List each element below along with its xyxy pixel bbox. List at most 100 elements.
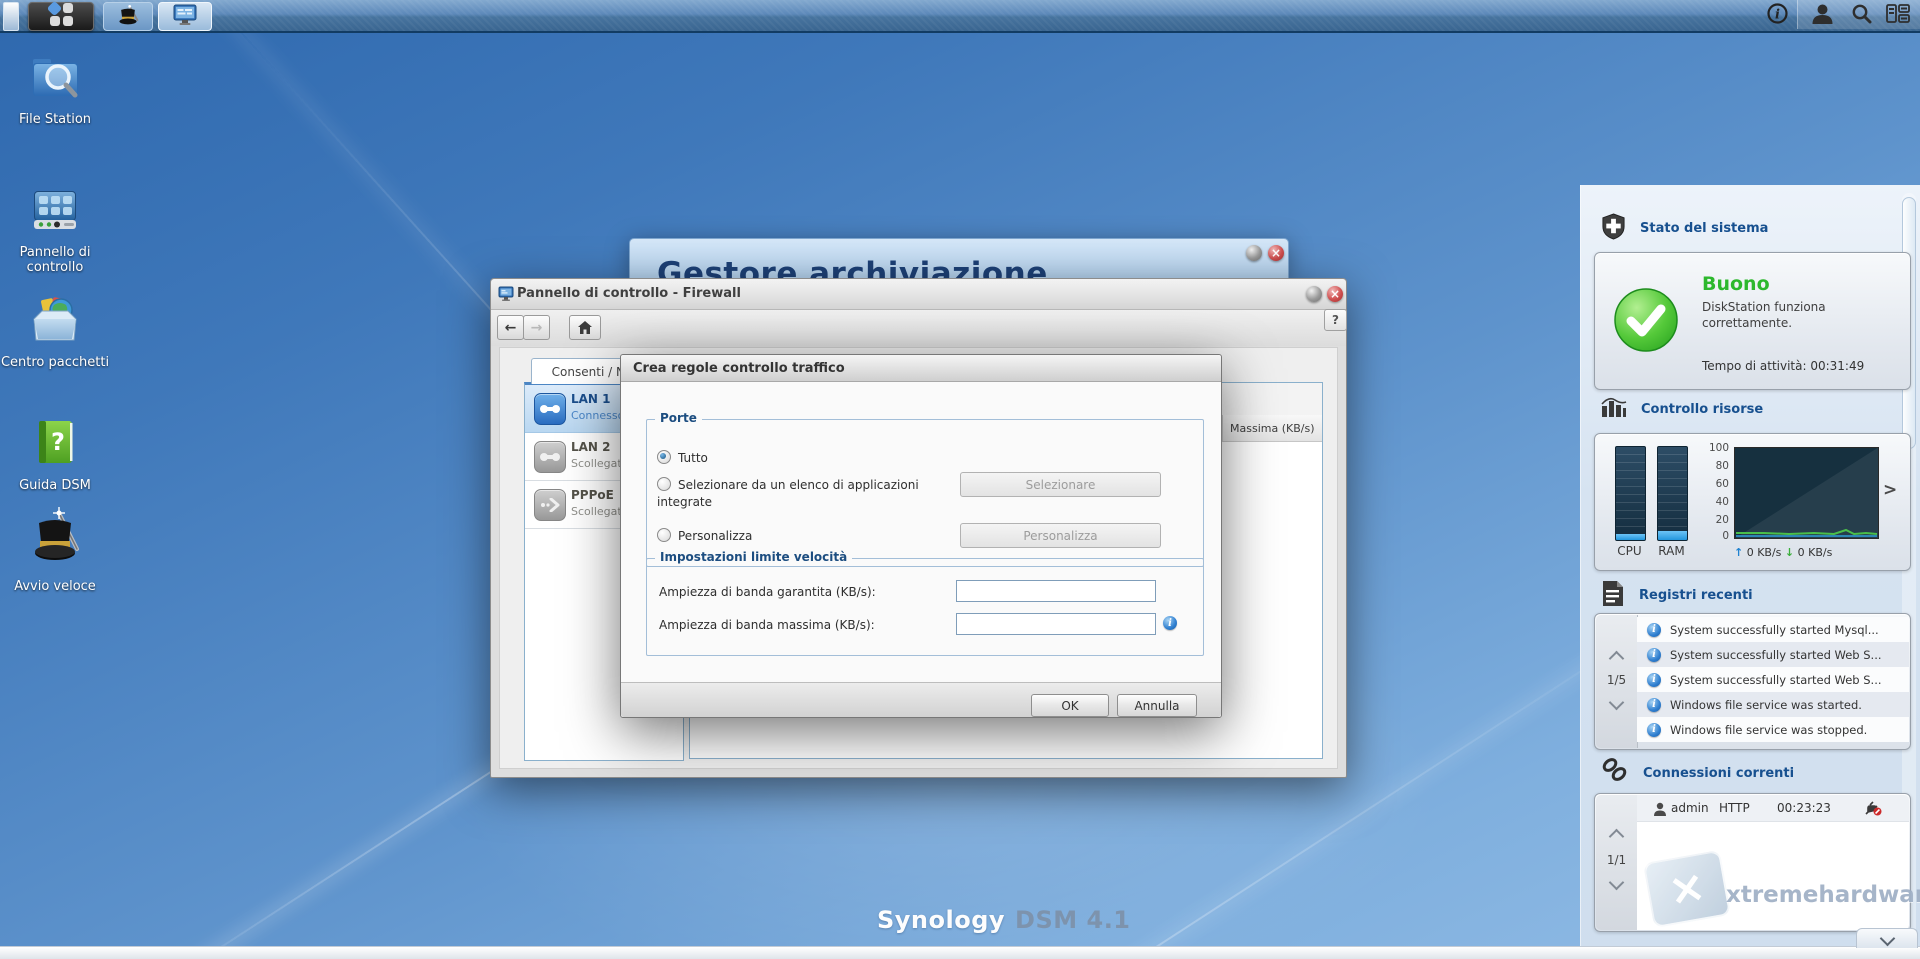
package-center-icon bbox=[28, 297, 82, 351]
network-throughput: ↑ 0 KB/s ↓ 0 KB/s bbox=[1734, 546, 1832, 559]
show-desktop-button[interactable] bbox=[3, 2, 19, 31]
upload-value: 0 KB/s bbox=[1746, 546, 1782, 559]
forward-button[interactable]: → bbox=[523, 315, 550, 340]
ports-fieldset: Porte Tutto Selezionare da un elenco di … bbox=[646, 411, 1204, 567]
user-icon bbox=[1653, 801, 1667, 820]
desktop-icon-dsm-help[interactable]: ? Guida DSM bbox=[0, 416, 110, 493]
y-tick: 60 bbox=[1715, 478, 1729, 490]
guaranteed-bandwidth-input[interactable] bbox=[956, 580, 1156, 602]
log-row[interactable]: i Windows file service was started. bbox=[1637, 692, 1909, 717]
select-apps-button[interactable]: Selezionare bbox=[960, 472, 1161, 497]
widgets-panel-icon bbox=[1886, 4, 1910, 27]
quick-launch-button[interactable] bbox=[103, 2, 153, 31]
download-value: 0 KB/s bbox=[1797, 546, 1833, 559]
log-text: System successfully started Web S... bbox=[1670, 647, 1882, 662]
control-panel-icon bbox=[28, 191, 82, 241]
connections-icon bbox=[1601, 757, 1629, 789]
system-status-header: Stato del sistema bbox=[1601, 213, 1768, 244]
firewall-titlebar[interactable]: Pannello di controllo - Firewall × bbox=[491, 279, 1346, 310]
upload-arrow-icon: ↑ bbox=[1734, 546, 1744, 559]
customize-button[interactable]: Personalizza bbox=[960, 523, 1161, 548]
radio-all[interactable]: Tutto bbox=[657, 450, 708, 467]
open-window-icon bbox=[173, 4, 197, 30]
log-row[interactable]: i System successfully started Web S... bbox=[1637, 642, 1909, 667]
resource-monitor-title: Controllo risorse bbox=[1641, 401, 1764, 417]
magic-hat-icon bbox=[25, 507, 85, 575]
search-button[interactable] bbox=[1846, 0, 1876, 31]
help-button[interactable]: ? bbox=[1324, 309, 1347, 331]
firewall-window-title: Pannello di controllo - Firewall bbox=[517, 286, 741, 301]
quick-launch-icon bbox=[115, 3, 141, 31]
sidebar-collapse-tab[interactable] bbox=[1856, 928, 1918, 948]
minimize-button[interactable] bbox=[1246, 245, 1262, 261]
desktop-icon-package-center[interactable]: Centro pacchetti bbox=[0, 293, 110, 370]
connections-title: Connessioni correnti bbox=[1643, 765, 1795, 781]
desktop-icon-quick-start[interactable]: Avvio veloce bbox=[0, 505, 110, 594]
network-link-icon bbox=[534, 393, 566, 425]
close-icon[interactable]: × bbox=[1327, 286, 1343, 302]
log-text: System successfully started Mysql... bbox=[1670, 622, 1879, 637]
disconnect-icon[interactable] bbox=[1864, 801, 1882, 820]
desktop-icon-label: Guida DSM bbox=[19, 478, 91, 493]
log-info-icon: i bbox=[1647, 672, 1661, 687]
ram-label: RAM bbox=[1658, 544, 1685, 558]
status-value: Buono bbox=[1702, 273, 1770, 295]
back-button[interactable]: ← bbox=[497, 315, 524, 340]
speed-limit-fieldset: Impostazioni limite velocità Ampiezza di… bbox=[646, 550, 1204, 656]
log-info-icon: i bbox=[1647, 622, 1661, 637]
connections-box: 1/1 admin HTTP 00:23:23 bbox=[1594, 793, 1911, 932]
home-button[interactable] bbox=[569, 315, 601, 340]
page-up-icon[interactable] bbox=[1608, 650, 1625, 667]
log-text: System successfully started Web S... bbox=[1670, 672, 1882, 687]
search-icon bbox=[1851, 3, 1872, 28]
radio-all-label: Tutto bbox=[678, 451, 708, 465]
storage-manager-window[interactable]: Gestore archiviazione × bbox=[629, 238, 1289, 281]
widget-sidebar: Stato del sistema Buono DiskStation funz… bbox=[1580, 185, 1920, 959]
column-header-massima[interactable]: Massima (KB/s) bbox=[1222, 415, 1314, 441]
info-icon[interactable]: i bbox=[1163, 616, 1177, 630]
user-icon bbox=[1811, 3, 1834, 28]
minimize-button[interactable] bbox=[1306, 286, 1322, 302]
y-tick: 40 bbox=[1715, 496, 1729, 508]
log-row[interactable]: i Windows file service was stopped. bbox=[1637, 717, 1909, 742]
radio-builtin[interactable]: Selezionare da un elenco di applicazioni… bbox=[657, 477, 952, 511]
radio-custom[interactable]: Personalizza bbox=[657, 528, 752, 545]
system-status-box: Buono DiskStation funziona correttamente… bbox=[1594, 252, 1911, 390]
connection-time: 00:23:23 bbox=[1777, 801, 1831, 815]
speed-limit-legend: Impostazioni limite velocità bbox=[655, 550, 853, 564]
expand-chevron[interactable]: > bbox=[1883, 480, 1897, 500]
page-down-icon[interactable] bbox=[1608, 874, 1625, 891]
log-row[interactable]: i System successfully started Web S... bbox=[1637, 667, 1909, 692]
radio-all-circle[interactable] bbox=[657, 450, 671, 464]
desktop-icon-control-panel[interactable]: Pannello di controllo bbox=[0, 183, 110, 275]
page-up-icon[interactable] bbox=[1608, 828, 1625, 845]
log-text: Windows file service was stopped. bbox=[1670, 722, 1868, 737]
system-status-icon bbox=[1601, 213, 1626, 244]
info-button[interactable]: i bbox=[1763, 0, 1791, 31]
log-row[interactable]: i System successfully started Mysql... bbox=[1637, 617, 1909, 642]
ram-gauge-fill bbox=[1658, 531, 1687, 540]
uptime-text: Tempo di attività: 00:31:49 bbox=[1702, 359, 1865, 373]
page-down-icon[interactable] bbox=[1608, 694, 1625, 711]
recent-logs-header: Registri recenti bbox=[1601, 580, 1753, 611]
ports-legend: Porte bbox=[655, 411, 702, 425]
radio-custom-circle[interactable] bbox=[657, 528, 671, 542]
recent-logs-title: Registri recenti bbox=[1639, 588, 1753, 603]
open-window-button[interactable] bbox=[158, 2, 212, 31]
dialog-footer: OK Annulla bbox=[621, 682, 1221, 717]
widgets-toggle-button[interactable] bbox=[1882, 0, 1914, 31]
cancel-button[interactable]: Annulla bbox=[1117, 694, 1197, 717]
max-bandwidth-input[interactable] bbox=[956, 613, 1156, 635]
brand-version: DSM 4.1 bbox=[1015, 906, 1131, 934]
log-info-icon: i bbox=[1647, 697, 1661, 712]
system-status-title: Stato del sistema bbox=[1640, 221, 1769, 236]
desktop-icon-file-station[interactable]: File Station bbox=[0, 50, 110, 127]
close-icon[interactable]: × bbox=[1268, 245, 1284, 261]
main-menu-button[interactable] bbox=[28, 1, 94, 31]
firewall-toolbar: ← → bbox=[491, 310, 1346, 346]
radio-builtin-circle[interactable] bbox=[657, 477, 671, 491]
connection-row[interactable]: admin HTTP 00:23:23 bbox=[1637, 795, 1909, 822]
ok-button[interactable]: OK bbox=[1031, 694, 1109, 717]
user-menu-button[interactable] bbox=[1806, 0, 1838, 31]
log-info-icon: i bbox=[1647, 722, 1661, 737]
